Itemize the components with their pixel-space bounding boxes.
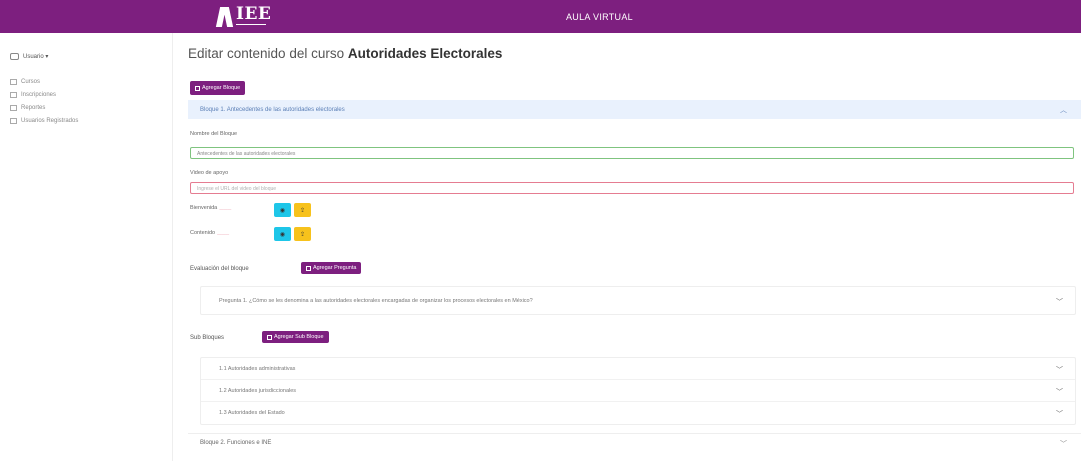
block-2-title: Bloque 2. Funciones e INE	[200, 440, 272, 446]
block-2-header[interactable]: Bloque 2. Funciones e INE ﹀	[188, 433, 1081, 452]
content-row-label: Contenido ———	[190, 230, 230, 236]
plus-square-icon	[306, 265, 311, 271]
top-bar: IEE AULA VIRTUAL	[0, 0, 1081, 33]
iee-logo[interactable]: IEE	[218, 3, 271, 30]
list-icon	[10, 91, 17, 98]
sidebar: Usuario ▾ Cursos Inscripciones Reportes …	[0, 33, 173, 461]
subblocks-card: 1.1 Autoridades administrativas ﹀ 1.2 Au…	[200, 357, 1076, 425]
block-1-header[interactable]: Bloque 1. Antecedentes de las autoridade…	[188, 100, 1081, 119]
app-title: AULA VIRTUAL	[566, 12, 633, 22]
page-title: Editar contenido del curso Autoridades E…	[188, 46, 502, 61]
sidebar-item-label: Reportes	[21, 104, 46, 111]
view-icon: ◉	[279, 207, 286, 214]
chevron-up-icon: ︿	[1060, 107, 1067, 114]
logo-text: IEE	[236, 3, 272, 24]
sidebar-nav: Cursos Inscripciones Reportes Usuarios R…	[10, 75, 78, 127]
grid-icon	[10, 78, 17, 85]
evaluation-label: Evaluación del bloque	[190, 266, 249, 272]
sidebar-item-label: Usuarios Registrados	[21, 117, 79, 124]
plus-square-icon	[267, 334, 272, 340]
block-1-title: Bloque 1. Antecedentes de las autoridade…	[200, 106, 345, 113]
intro-label: Bienvenida	[190, 205, 218, 211]
logo-mark-icon	[218, 5, 233, 29]
questions-card: Pregunta 1. ¿Cómo se les denomina a las …	[200, 286, 1076, 315]
user-menu[interactable]: Usuario ▾	[10, 53, 48, 60]
chevron-down-icon: ﹀	[1056, 411, 1063, 418]
subblock-item[interactable]: 1.1 Autoridades administrativas ﹀	[201, 358, 1075, 380]
page-title-prefix: Editar contenido del curso	[188, 46, 345, 61]
upload-icon: ⇪	[299, 231, 306, 238]
block-name-field[interactable]: Antecedentes de las autoridades electora…	[190, 147, 1074, 159]
sidebar-item-cursos[interactable]: Cursos	[10, 75, 78, 88]
subblock-item[interactable]: 1.3 Autoridades del Estado ﹀	[201, 402, 1075, 424]
subblock-title: 1.2 Autoridades jurisdiccionales	[219, 387, 297, 394]
add-subblock-button[interactable]: Agregar Sub Bloque	[262, 331, 329, 343]
sidebar-item-label: Inscripciones	[21, 91, 57, 98]
users-icon	[10, 117, 17, 124]
sidebar-item-usuarios[interactable]: Usuarios Registrados	[10, 114, 78, 127]
question-item[interactable]: Pregunta 1. ¿Cómo se les denomina a las …	[201, 287, 1075, 314]
upload-icon: ⇪	[299, 207, 306, 214]
subblock-title: 1.3 Autoridades del Estado	[219, 410, 285, 416]
plus-square-icon	[195, 85, 200, 91]
sidebar-item-label: Cursos	[21, 78, 41, 85]
add-question-label: Agregar Pregunta	[313, 265, 357, 271]
video-label: Video de apoyo	[190, 170, 229, 176]
video-url-field[interactable]: Ingrese el URL del video del bloque	[190, 182, 1074, 194]
subblocks-label: Sub Bloques	[190, 335, 225, 341]
content-view-button[interactable]: ◉	[274, 227, 291, 241]
view-icon: ◉	[279, 231, 286, 238]
add-question-button[interactable]: Agregar Pregunta	[301, 262, 362, 274]
user-label: Usuario ▾	[23, 54, 49, 60]
report-icon	[10, 104, 17, 111]
content-upload-button[interactable]: ⇪	[294, 227, 311, 241]
subblock-item[interactable]: 1.2 Autoridades jurisdiccionales ﹀	[201, 380, 1075, 402]
chevron-down-icon: ﹀	[1056, 367, 1063, 374]
subblock-title: 1.1 Autoridades administrativas	[219, 365, 296, 372]
add-block-label: Agregar Bloque	[202, 85, 241, 91]
chevron-down-icon: ﹀	[1056, 299, 1063, 306]
sidebar-item-reportes[interactable]: Reportes	[10, 101, 78, 114]
user-icon	[10, 53, 19, 60]
intro-upload-button[interactable]: ⇪	[294, 203, 311, 217]
intro-row-label: Bienvenida ———	[190, 205, 232, 211]
chevron-down-icon: ﹀	[1056, 389, 1063, 396]
content-label: Contenido	[190, 230, 216, 236]
add-block-button[interactable]: Agregar Bloque	[190, 81, 246, 95]
add-subblock-label: Agregar Sub Bloque	[274, 334, 324, 340]
chevron-down-icon: ﹀	[1060, 441, 1067, 448]
question-text: Pregunta 1. ¿Cómo se les denomina a las …	[219, 297, 533, 304]
course-name: Autoridades Electorales	[347, 46, 503, 61]
block-name-label: Nombre del Bloque	[190, 131, 238, 137]
intro-view-button[interactable]: ◉	[274, 203, 291, 217]
sidebar-item-inscripciones[interactable]: Inscripciones	[10, 88, 78, 101]
